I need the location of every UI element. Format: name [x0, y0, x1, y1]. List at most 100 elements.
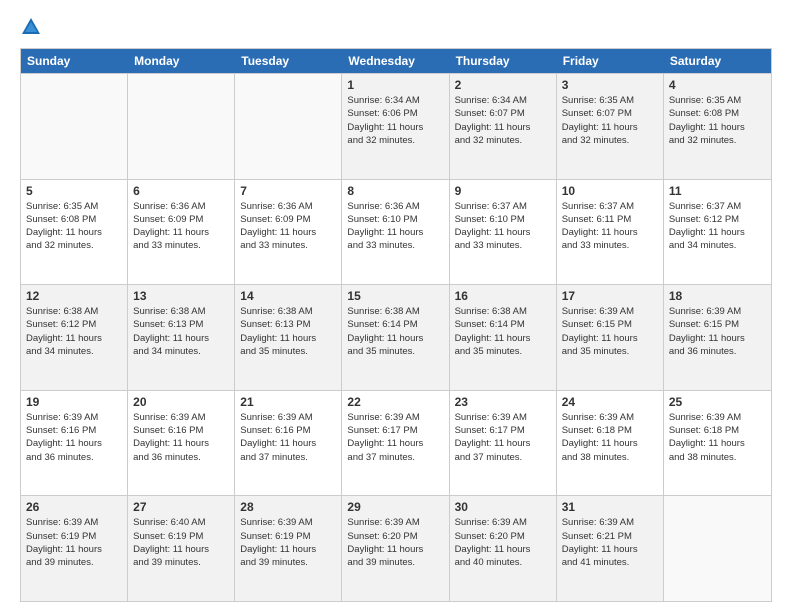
day-info: Sunrise: 6:39 AM Sunset: 6:19 PM Dayligh…: [26, 516, 122, 569]
day-number: 29: [347, 500, 443, 514]
day-cell-18: 18 Sunrise: 6:39 AM Sunset: 6:15 PM Dayli…: [664, 285, 771, 390]
day-number: 28: [240, 500, 336, 514]
day-cell-24: 24 Sunrise: 6:39 AM Sunset: 6:18 PM Dayli…: [557, 391, 664, 496]
day-info: Sunrise: 6:35 AM Sunset: 6:08 PM Dayligh…: [26, 200, 122, 253]
day-info: Sunrise: 6:37 AM Sunset: 6:11 PM Dayligh…: [562, 200, 658, 253]
day-cell-19: 19 Sunrise: 6:39 AM Sunset: 6:16 PM Dayli…: [21, 391, 128, 496]
day-number: 3: [562, 78, 658, 92]
empty-cell: [664, 496, 771, 601]
day-info: Sunrise: 6:39 AM Sunset: 6:20 PM Dayligh…: [347, 516, 443, 569]
day-info: Sunrise: 6:39 AM Sunset: 6:16 PM Dayligh…: [26, 411, 122, 464]
day-number: 9: [455, 184, 551, 198]
day-cell-3: 3Sunrise: 6:35 AM Sunset: 6:07 PM Daylig…: [557, 74, 664, 179]
day-cell-15: 15 Sunrise: 6:38 AM Sunset: 6:14 PM Dayli…: [342, 285, 449, 390]
day-info: Sunrise: 6:39 AM Sunset: 6:16 PM Dayligh…: [133, 411, 229, 464]
day-number: 17: [562, 289, 658, 303]
header-day-thursday: Thursday: [450, 49, 557, 73]
day-cell-10: 10 Sunrise: 6:37 AM Sunset: 6:11 PM Dayli…: [557, 180, 664, 285]
calendar-header: SundayMondayTuesdayWednesdayThursdayFrid…: [21, 49, 771, 73]
day-number: 16: [455, 289, 551, 303]
day-number: 25: [669, 395, 766, 409]
day-info: Sunrise: 6:36 AM Sunset: 6:10 PM Dayligh…: [347, 200, 443, 253]
day-info: Sunrise: 6:38 AM Sunset: 6:14 PM Dayligh…: [347, 305, 443, 358]
day-info: Sunrise: 6:39 AM Sunset: 6:20 PM Dayligh…: [455, 516, 551, 569]
day-cell-28: 28 Sunrise: 6:39 AM Sunset: 6:19 PM Dayli…: [235, 496, 342, 601]
header-day-sunday: Sunday: [21, 49, 128, 73]
logo: [20, 16, 46, 38]
day-cell-16: 16 Sunrise: 6:38 AM Sunset: 6:14 PM Dayli…: [450, 285, 557, 390]
day-info: Sunrise: 6:39 AM Sunset: 6:18 PM Dayligh…: [669, 411, 766, 464]
day-cell-29: 29 Sunrise: 6:39 AM Sunset: 6:20 PM Dayli…: [342, 496, 449, 601]
day-number: 6: [133, 184, 229, 198]
day-info: Sunrise: 6:34 AM Sunset: 6:06 PM Dayligh…: [347, 94, 443, 147]
day-cell-23: 23Sunrise: 6:39 AM Sunset: 6:17 PM Dayli…: [450, 391, 557, 496]
day-cell-21: 21 Sunrise: 6:39 AM Sunset: 6:16 PM Dayli…: [235, 391, 342, 496]
day-info: Sunrise: 6:38 AM Sunset: 6:12 PM Dayligh…: [26, 305, 122, 358]
day-cell-5: 5 Sunrise: 6:35 AM Sunset: 6:08 PM Daylig…: [21, 180, 128, 285]
header-day-friday: Friday: [557, 49, 664, 73]
day-info: Sunrise: 6:38 AM Sunset: 6:13 PM Dayligh…: [240, 305, 336, 358]
day-info: Sunrise: 6:39 AM Sunset: 6:19 PM Dayligh…: [240, 516, 336, 569]
day-number: 10: [562, 184, 658, 198]
header-day-monday: Monday: [128, 49, 235, 73]
day-info: Sunrise: 6:39 AM Sunset: 6:21 PM Dayligh…: [562, 516, 658, 569]
day-info: Sunrise: 6:38 AM Sunset: 6:13 PM Dayligh…: [133, 305, 229, 358]
day-number: 21: [240, 395, 336, 409]
day-number: 14: [240, 289, 336, 303]
header-day-tuesday: Tuesday: [235, 49, 342, 73]
day-cell-30: 30 Sunrise: 6:39 AM Sunset: 6:20 PM Dayli…: [450, 496, 557, 601]
day-cell-26: 26 Sunrise: 6:39 AM Sunset: 6:19 PM Dayli…: [21, 496, 128, 601]
day-number: 31: [562, 500, 658, 514]
day-cell-11: 11Sunrise: 6:37 AM Sunset: 6:12 PM Dayli…: [664, 180, 771, 285]
day-number: 20: [133, 395, 229, 409]
page: SundayMondayTuesdayWednesdayThursdayFrid…: [0, 0, 792, 612]
logo-icon: [20, 16, 42, 38]
day-number: 26: [26, 500, 122, 514]
day-info: Sunrise: 6:39 AM Sunset: 6:18 PM Dayligh…: [562, 411, 658, 464]
week-row-1: 5 Sunrise: 6:35 AM Sunset: 6:08 PM Daylig…: [21, 179, 771, 285]
day-number: 30: [455, 500, 551, 514]
day-cell-13: 13 Sunrise: 6:38 AM Sunset: 6:13 PM Dayli…: [128, 285, 235, 390]
day-info: Sunrise: 6:37 AM Sunset: 6:10 PM Dayligh…: [455, 200, 551, 253]
day-cell-31: 31 Sunrise: 6:39 AM Sunset: 6:21 PM Dayli…: [557, 496, 664, 601]
day-number: 15: [347, 289, 443, 303]
day-info: Sunrise: 6:36 AM Sunset: 6:09 PM Dayligh…: [133, 200, 229, 253]
day-number: 27: [133, 500, 229, 514]
day-cell-9: 9 Sunrise: 6:37 AM Sunset: 6:10 PM Daylig…: [450, 180, 557, 285]
day-info: Sunrise: 6:34 AM Sunset: 6:07 PM Dayligh…: [455, 94, 551, 147]
day-info: Sunrise: 6:39 AM Sunset: 6:17 PM Dayligh…: [347, 411, 443, 464]
week-row-0: 1Sunrise: 6:34 AM Sunset: 6:06 PM Daylig…: [21, 73, 771, 179]
day-number: 12: [26, 289, 122, 303]
day-info: Sunrise: 6:38 AM Sunset: 6:14 PM Dayligh…: [455, 305, 551, 358]
empty-cell: [235, 74, 342, 179]
day-cell-7: 7 Sunrise: 6:36 AM Sunset: 6:09 PM Daylig…: [235, 180, 342, 285]
day-number: 18: [669, 289, 766, 303]
day-number: 11: [669, 184, 766, 198]
day-number: 7: [240, 184, 336, 198]
day-number: 19: [26, 395, 122, 409]
day-number: 24: [562, 395, 658, 409]
week-row-3: 19 Sunrise: 6:39 AM Sunset: 6:16 PM Dayli…: [21, 390, 771, 496]
day-number: 5: [26, 184, 122, 198]
week-row-4: 26 Sunrise: 6:39 AM Sunset: 6:19 PM Dayli…: [21, 495, 771, 601]
day-number: 13: [133, 289, 229, 303]
day-cell-6: 6 Sunrise: 6:36 AM Sunset: 6:09 PM Daylig…: [128, 180, 235, 285]
day-cell-17: 17 Sunrise: 6:39 AM Sunset: 6:15 PM Dayli…: [557, 285, 664, 390]
day-cell-1: 1Sunrise: 6:34 AM Sunset: 6:06 PM Daylig…: [342, 74, 449, 179]
day-number: 2: [455, 78, 551, 92]
day-info: Sunrise: 6:35 AM Sunset: 6:08 PM Dayligh…: [669, 94, 766, 147]
header-day-wednesday: Wednesday: [342, 49, 449, 73]
day-number: 4: [669, 78, 766, 92]
day-info: Sunrise: 6:39 AM Sunset: 6:15 PM Dayligh…: [669, 305, 766, 358]
day-cell-2: 2 Sunrise: 6:34 AM Sunset: 6:07 PM Daylig…: [450, 74, 557, 179]
day-number: 8: [347, 184, 443, 198]
day-info: Sunrise: 6:36 AM Sunset: 6:09 PM Dayligh…: [240, 200, 336, 253]
day-info: Sunrise: 6:39 AM Sunset: 6:15 PM Dayligh…: [562, 305, 658, 358]
calendar-body: 1Sunrise: 6:34 AM Sunset: 6:06 PM Daylig…: [21, 73, 771, 601]
calendar: SundayMondayTuesdayWednesdayThursdayFrid…: [20, 48, 772, 602]
day-cell-12: 12 Sunrise: 6:38 AM Sunset: 6:12 PM Dayli…: [21, 285, 128, 390]
day-cell-27: 27Sunrise: 6:40 AM Sunset: 6:19 PM Dayli…: [128, 496, 235, 601]
header-day-saturday: Saturday: [664, 49, 771, 73]
day-info: Sunrise: 6:39 AM Sunset: 6:16 PM Dayligh…: [240, 411, 336, 464]
day-cell-14: 14 Sunrise: 6:38 AM Sunset: 6:13 PM Dayli…: [235, 285, 342, 390]
